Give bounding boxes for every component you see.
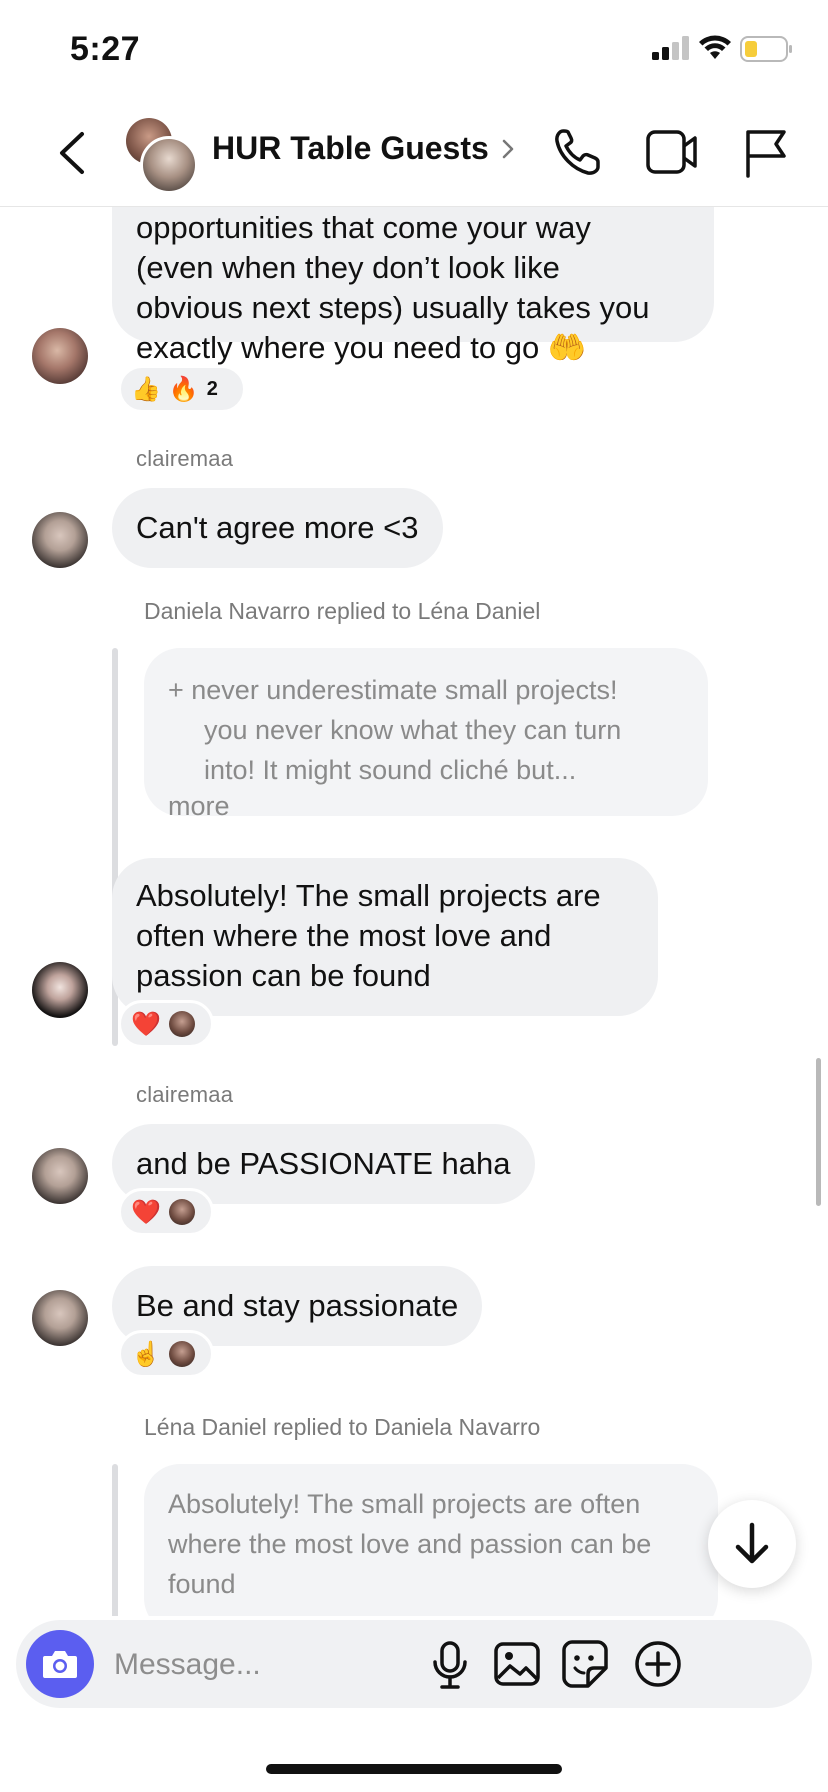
microphone-icon[interactable] (430, 1640, 470, 1690)
scroll-to-bottom-button[interactable] (708, 1500, 796, 1588)
quoted-text: you never know what they can turn (204, 715, 622, 745)
camera-button[interactable] (26, 1630, 94, 1698)
arrow-down-icon (735, 1522, 769, 1564)
group-avatar[interactable] (126, 118, 198, 194)
quoted-text: + never underestimate small projects! (168, 675, 618, 705)
battery-icon (740, 36, 792, 62)
message-bubble[interactable]: Absolutely! The small projects are often… (112, 858, 658, 1016)
member-avatar (140, 136, 198, 194)
reply-label: Léna Daniel replied to Daniela Navarro (144, 1414, 541, 1440)
reaction-pill[interactable]: ❤️ (118, 1188, 214, 1236)
gallery-icon[interactable] (494, 1642, 540, 1686)
message-bubble[interactable]: Can't agree more <3 (112, 488, 443, 568)
flag-icon[interactable] (744, 128, 788, 178)
chevron-right-icon (502, 139, 514, 158)
home-indicator (266, 1764, 562, 1774)
message-input[interactable] (112, 1640, 476, 1690)
message-composer (16, 1620, 812, 1708)
quoted-message[interactable]: + never underestimate small projects! yo… (144, 648, 708, 821)
reaction-pill[interactable]: ❤️ (118, 1000, 214, 1048)
status-time: 5:27 (70, 30, 141, 68)
sender-name: clairemaa (136, 446, 234, 471)
heart-icon: ❤️ (131, 1198, 161, 1226)
reactor-avatar (168, 1341, 195, 1367)
sticker-icon[interactable] (562, 1640, 608, 1688)
sender-avatar[interactable] (32, 512, 88, 568)
message-text: often where the most love and (136, 918, 552, 953)
group-title-button[interactable]: HUR Table Guests (212, 130, 515, 167)
message-bubble[interactable]: opportunities that come your way (even w… (112, 206, 714, 365)
message-text: Be and stay passionate (136, 1288, 459, 1323)
quoted-text: Absolutely! The small projects are often (168, 1489, 641, 1519)
sender-avatar[interactable] (32, 962, 88, 1018)
see-more-link[interactable]: more (168, 786, 684, 826)
message-text: Can't agree more <3 (136, 510, 419, 545)
camera-icon (43, 1651, 77, 1678)
reaction-pill[interactable]: ☝️ (118, 1330, 214, 1378)
quoted-text: into! It might sound cliché but... (204, 755, 577, 785)
wifi-icon (699, 35, 731, 59)
signal-icon (652, 36, 689, 60)
group-title: HUR Table Guests (212, 130, 489, 166)
reply-label: Daniela Navarro replied to Léna Daniel (144, 598, 541, 624)
thumbs-up-icon: 👍 (131, 375, 161, 403)
quoted-message[interactable]: Absolutely! The small projects are often… (144, 1464, 718, 1616)
message-text: passion can be found (136, 958, 431, 993)
quoted-text: where the most love and passion can be (168, 1529, 652, 1559)
fire-icon: 🔥 (168, 375, 199, 403)
reactor-avatar (168, 1011, 195, 1037)
message-text: exactly where you need to go 🤲 (136, 330, 587, 365)
sender-avatar[interactable] (32, 328, 88, 384)
reaction-count: 2 (206, 377, 218, 400)
message-list[interactable]: opportunities that come your way (even w… (0, 206, 828, 1616)
sender-avatar[interactable] (32, 1290, 88, 1346)
sender-name: clairemaa (136, 1082, 234, 1107)
phone-icon[interactable] (552, 126, 602, 178)
scrollbar[interactable] (816, 1058, 821, 1206)
reactor-avatar (168, 1199, 195, 1225)
message-text: obvious next steps) usually takes you (136, 290, 650, 325)
message-text: (even when they don’t look like (136, 250, 560, 285)
reaction-pill[interactable]: 👍 🔥 2 (118, 365, 246, 413)
status-bar: 5:27 (0, 0, 828, 100)
sender-avatar[interactable] (32, 1148, 88, 1204)
chat-header: HUR Table Guests (0, 100, 828, 207)
back-arrow-icon[interactable] (50, 128, 94, 178)
reply-quote-bar (112, 1464, 118, 1616)
message-text: opportunities that come your way (136, 210, 591, 245)
quoted-text: found (168, 1569, 236, 1599)
plus-circle-icon[interactable] (634, 1640, 682, 1688)
message-text: Absolutely! The small projects are (136, 878, 601, 913)
video-camera-icon[interactable] (646, 130, 698, 174)
message-text: and be PASSIONATE haha (136, 1146, 511, 1181)
index-pointing-up-icon: ☝️ (131, 1340, 161, 1368)
heart-icon: ❤️ (131, 1010, 161, 1038)
